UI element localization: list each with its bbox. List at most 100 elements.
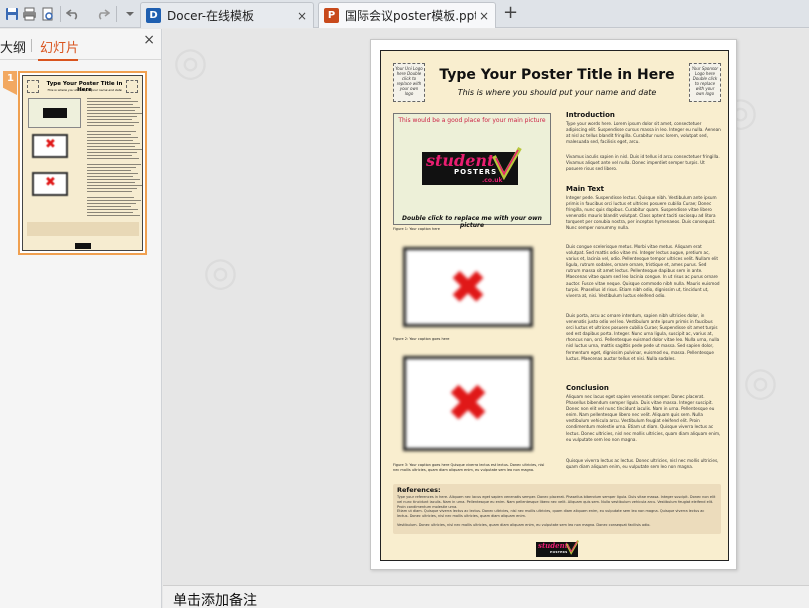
thumb-text-line [87, 143, 140, 144]
thumb-references [27, 222, 139, 236]
thumb-logo-right [126, 80, 138, 93]
thumb-text-line [87, 149, 142, 150]
thumb-text-line [87, 134, 131, 135]
references-text-3: Vestibulum. Donec ultricies, nisl nec mo… [397, 523, 651, 527]
image-placeholder-2[interactable]: ✖ [403, 356, 533, 451]
toolbar-separator [60, 6, 61, 22]
toolbar-separator [116, 6, 117, 22]
heading-conclusion[interactable]: Conclusion [566, 384, 609, 392]
dropdown-icon[interactable] [121, 5, 138, 22]
notes-pane[interactable]: 单击添加备注 [163, 585, 809, 608]
sponsor-logo-placeholder[interactable]: Your Sponsor Logo here Double click to r… [689, 63, 721, 102]
thumb-text-line [87, 98, 131, 99]
thumb-text-line [87, 188, 137, 189]
heading-introduction[interactable]: Introduction [566, 111, 615, 119]
thumb-bottom-logo [75, 243, 91, 249]
figure-3-caption[interactable]: Figure 3: Your caption goes here Quisque… [393, 463, 551, 472]
thumb-text-line [87, 170, 131, 171]
print-icon[interactable] [21, 5, 38, 22]
footer-student-posters-logo: student POSTERS [536, 539, 579, 557]
tab-label: 国际会议poster模板.ppt [345, 9, 476, 23]
main-paragraph-3[interactable]: Duis porta, arcu ac ornare interdum, sap… [566, 313, 721, 362]
logo-student-text: student [538, 541, 568, 550]
slides-panel: 大纲 幻灯片 × 1 Type Your Poster Title in Her… [0, 29, 162, 608]
student-posters-logo: student POSTERS .co.uk [422, 147, 522, 185]
thumb-logo-left [27, 80, 39, 93]
poster-subtitle[interactable]: This is where you should put your name a… [429, 88, 685, 97]
thumb-text-line [87, 146, 135, 147]
tab-docer[interactable]: D Docer-在线模板 × [140, 2, 314, 28]
references-box[interactable]: References: Type your references in here… [393, 484, 721, 534]
tab-poster-ppt[interactable]: P 国际会议poster模板.ppt × [318, 2, 496, 28]
ppt-file-icon: P [324, 8, 339, 23]
logo-posters-text: POSTERS [550, 550, 568, 554]
intro-paragraph-2[interactable]: Vivamus iaculis sapien in nisl. Duis id … [566, 154, 721, 172]
print-preview-icon[interactable] [39, 5, 56, 22]
references-text-2: Etiam ut diam. Quisque viverra lectus ac… [397, 509, 705, 518]
panel-tabs: 大纲 幻灯片 × [0, 29, 161, 61]
save-icon[interactable] [3, 5, 20, 22]
conclusion-paragraph-2[interactable]: Quisque viverra lectus ac lectus. Donec … [566, 458, 721, 470]
watermark: ◎ [743, 359, 778, 405]
close-icon[interactable]: × [143, 32, 155, 48]
watermark: ◎ [173, 39, 208, 85]
broken-image-x-icon: ✖ [448, 260, 488, 314]
image-placeholder-1[interactable]: ✖ [403, 247, 533, 327]
watermark: ◎ [203, 249, 238, 295]
heading-main-text[interactable]: Main Text [566, 185, 604, 193]
thumb-text-line [87, 104, 133, 105]
thumb-text-line [87, 203, 136, 204]
undo-icon[interactable] [64, 5, 81, 22]
thumb-text-line [87, 137, 138, 138]
thumb-text-line [87, 155, 132, 156]
thumb-x-mark: ✖ [45, 137, 56, 152]
thumb-text-line [87, 212, 133, 213]
thumb-text-line [87, 197, 134, 198]
tab-divider [31, 39, 32, 52]
figure-2-caption[interactable]: Figure 2: Your caption goes here [393, 337, 551, 342]
thumb-text-line [87, 173, 138, 174]
close-icon[interactable]: × [476, 9, 492, 23]
thumb-main-pic [28, 98, 81, 128]
title-bar: D Docer-在线模板 × P 国际会议poster模板.ppt × + [0, 0, 809, 28]
thumb-text-line [87, 215, 140, 216]
uni-logo-placeholder[interactable]: Your Uni Logo here Double click to repla… [393, 63, 425, 102]
active-tab-indicator [38, 59, 78, 61]
redo-icon[interactable] [94, 5, 111, 22]
main-pic-caption-top: This would be a good place for your main… [398, 117, 546, 124]
slide[interactable]: Your Uni Logo here Double click to repla… [370, 39, 737, 570]
tab-label: Docer-在线模板 [167, 9, 255, 23]
close-icon[interactable]: × [294, 9, 310, 23]
poster: Your Uni Logo here Double click to repla… [380, 50, 729, 561]
slide-number: 1 [7, 73, 14, 84]
thumb-text-line [87, 110, 135, 111]
slide-thumbnail[interactable]: Type Your Poster Title in Here This is w… [18, 71, 147, 255]
poster-title[interactable]: Type Your Poster Title in Here [429, 67, 685, 83]
thumbnail-poster: Type Your Poster Title in Here This is w… [22, 75, 143, 251]
thumb-text-line [87, 200, 141, 201]
thumb-text-line [87, 206, 131, 207]
main-paragraph-1[interactable]: Integer pede. Suspendisse lectus. Quisqu… [566, 195, 721, 232]
check-mark-icon [566, 539, 579, 555]
conclusion-paragraph-1[interactable]: Aliquam nec lacus eget sapien venenatis … [566, 394, 721, 443]
thumb-text-line [87, 158, 139, 159]
thumb-text-line [87, 179, 140, 180]
new-tab-button[interactable]: + [503, 3, 518, 23]
thumb-text-line [87, 167, 136, 168]
main-paragraph-2[interactable]: Duis congue scelerisque metus. Morbi vit… [566, 244, 721, 299]
thumb-text-line [87, 125, 134, 126]
figure-1-caption[interactable]: Figure 1: Your caption here [393, 227, 551, 232]
docer-icon: D [146, 8, 161, 23]
thumb-text-line [87, 101, 138, 102]
check-mark-icon [492, 147, 522, 180]
thumb-text-line [87, 116, 137, 117]
tab-slides[interactable]: 幻灯片 [40, 37, 79, 56]
main-picture-placeholder[interactable]: This would be a good place for your main… [393, 113, 551, 229]
tab-outline[interactable]: 大纲 [0, 37, 26, 56]
notes-placeholder[interactable]: 单击添加备注 [173, 590, 257, 608]
thumb-text-line [87, 209, 138, 210]
references-text-1: Type your references in here. Aliquam ne… [397, 495, 716, 509]
intro-paragraph-1[interactable]: Type your words here. Lorem ipsum dolor … [566, 121, 721, 145]
thumb-text-line [87, 164, 141, 165]
thumb-image-2: ✖ [32, 172, 68, 196]
